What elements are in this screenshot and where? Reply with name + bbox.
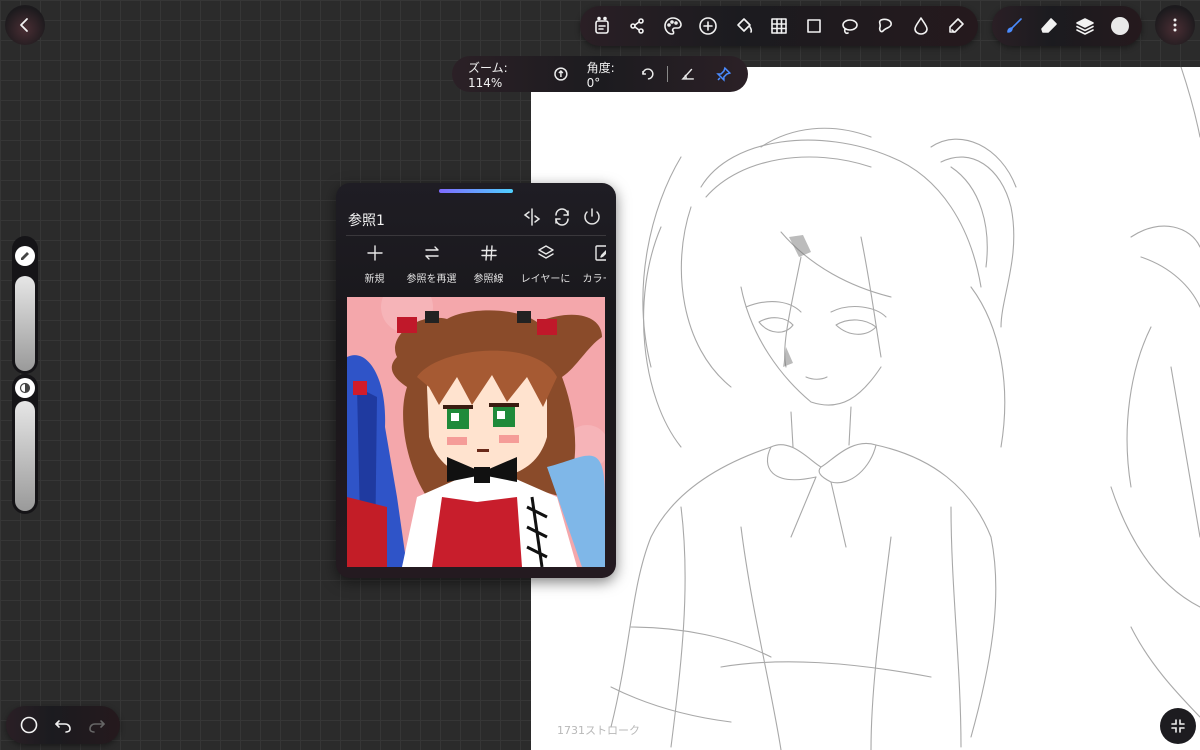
color-button[interactable]: カラーを (574, 243, 606, 289)
history-controls (6, 706, 120, 744)
layers-icon (537, 245, 554, 259)
chevron-left-icon (20, 18, 28, 32)
more-menu-button[interactable] (1155, 5, 1195, 45)
drawing-canvas[interactable]: 1731ストローク (531, 67, 1200, 750)
plus-icon (366, 245, 383, 261)
undo-icon[interactable] (53, 715, 73, 735)
tool-label: 参照線 (473, 274, 504, 285)
more-vertical-icon (1173, 18, 1177, 32)
lasso-fill-icon[interactable] (868, 8, 903, 44)
reference-title: 参照1 (348, 213, 385, 229)
redo-icon[interactable] (87, 715, 107, 735)
fill-bucket-icon[interactable] (726, 8, 761, 44)
tool-selector (992, 6, 1142, 46)
view-info-bar: ズーム: 114% 角度: 0° (452, 56, 748, 92)
transform-icon[interactable] (797, 8, 832, 44)
angle-readout[interactable]: 角度: 0° (587, 59, 632, 90)
divider (346, 235, 606, 236)
reset-rotation-icon[interactable] (640, 66, 656, 82)
tool-label: レイヤーに (520, 274, 571, 285)
opacity-icon[interactable] (15, 378, 35, 398)
angle-icon[interactable] (680, 66, 696, 82)
stroke-count: 1731ストローク (557, 724, 640, 737)
reference-image[interactable] (347, 297, 605, 567)
palette-icon[interactable] (655, 8, 690, 44)
reference-header-actions (522, 207, 602, 227)
color-swatch[interactable] (1103, 8, 1139, 44)
reselect-reference-button[interactable]: 参照を再選 (403, 243, 460, 289)
eraser-icon[interactable] (1032, 8, 1068, 44)
add-icon[interactable] (690, 8, 725, 44)
collapse-ui-button[interactable] (1160, 708, 1196, 744)
sketch-drawing (610, 67, 1200, 750)
smudge-icon[interactable] (939, 8, 974, 44)
opacity-fill (15, 401, 35, 511)
back-button[interactable] (5, 5, 45, 45)
edit-icon (594, 245, 606, 261)
reference-tools: 新規 参照を再選 参照線 レイヤーに カラーを (346, 243, 606, 289)
brush-size-slider[interactable] (12, 236, 38, 374)
reference-panel[interactable]: 参照1 新規 参照を再選 参照線 レイヤーに カラーを (336, 183, 616, 578)
circle-icon[interactable] (19, 715, 39, 735)
new-reference-button[interactable]: 新規 (346, 243, 403, 289)
brush-icon[interactable] (996, 8, 1032, 44)
to-layer-button[interactable]: レイヤーに (517, 243, 574, 289)
minimize-icon (1171, 719, 1185, 733)
lasso-icon[interactable] (832, 8, 867, 44)
stamp-icon[interactable] (584, 8, 619, 44)
tool-label: 新規 (364, 274, 385, 285)
reset-zoom-icon[interactable] (553, 66, 569, 82)
hash-icon (480, 245, 497, 261)
drag-handle[interactable] (439, 189, 513, 193)
share-icon[interactable] (619, 8, 654, 44)
pixel-art-illustration (347, 297, 605, 567)
opacity-slider[interactable] (12, 374, 38, 514)
top-toolbar (580, 6, 978, 46)
blur-icon[interactable] (903, 8, 938, 44)
flip-icon[interactable] (522, 207, 542, 227)
power-icon[interactable] (582, 207, 602, 227)
divider (667, 66, 669, 82)
layers-icon[interactable] (1067, 8, 1103, 44)
tool-label: カラーを (582, 274, 607, 285)
zoom-readout[interactable]: ズーム: 114% (468, 59, 545, 90)
grid-icon[interactable] (761, 8, 796, 44)
refresh-icon[interactable] (552, 207, 572, 227)
pin-icon[interactable] (716, 66, 732, 82)
pencil-icon[interactable] (15, 246, 35, 266)
tool-label: 参照を再選 (406, 274, 457, 285)
brush-size-fill (15, 275, 35, 371)
swap-icon (424, 246, 439, 260)
reference-lines-button[interactable]: 参照線 (460, 243, 517, 289)
